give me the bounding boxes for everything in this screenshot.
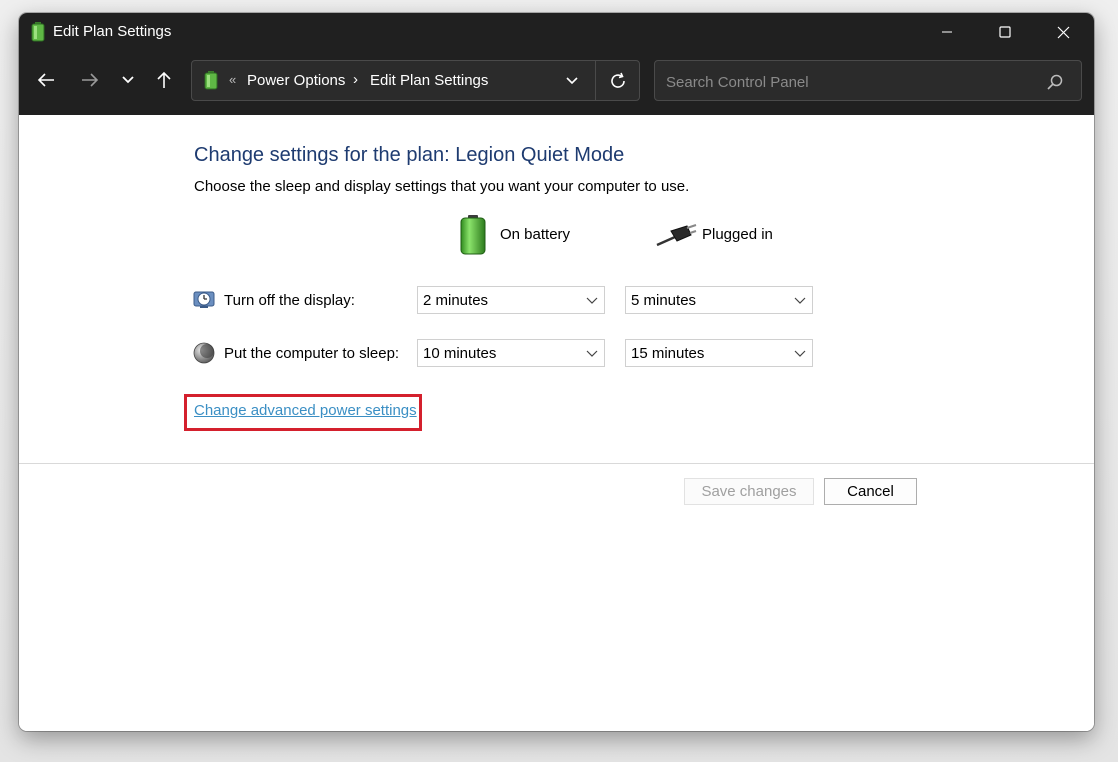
page-description: Choose the sleep and display settings th… — [194, 178, 690, 195]
navigation-toolbar: « Power Options › Edit Plan Settings — [19, 51, 1094, 115]
battery-plan-icon — [204, 71, 218, 90]
refresh-button[interactable] — [603, 67, 633, 95]
arrow-right-icon — [82, 73, 99, 87]
address-dropdown-button[interactable] — [558, 69, 586, 93]
footer-divider — [19, 463, 1094, 464]
column-on-battery: On battery — [500, 226, 571, 243]
close-icon — [1057, 26, 1069, 38]
main-content: Change settings for the plan: Legion Qui… — [19, 115, 1094, 731]
search-input[interactable] — [664, 70, 1038, 94]
breadcrumb-edit-plan-settings[interactable]: Edit Plan Settings — [370, 72, 488, 89]
chevron-down-icon — [122, 76, 134, 84]
sleep-on-battery-select[interactable]: 10 minutes — [417, 339, 605, 367]
breadcrumb-power-options[interactable]: Power Options — [247, 72, 345, 89]
breadcrumb-separator[interactable]: › — [353, 71, 358, 88]
select-value: 2 minutes — [423, 292, 489, 309]
chevron-down-icon — [586, 297, 598, 304]
chevron-down-icon — [586, 350, 598, 357]
advanced-power-settings-link[interactable]: Change advanced power settings — [194, 402, 417, 419]
back-button[interactable] — [29, 63, 63, 97]
select-value: 15 minutes — [631, 345, 705, 362]
title-bar[interactable]: Edit Plan Settings — [19, 13, 1094, 51]
sleep-plugged-in-select[interactable]: 15 minutes — [625, 339, 813, 367]
minimize-button[interactable] — [924, 13, 970, 51]
minimize-icon — [942, 31, 952, 33]
maximize-button[interactable] — [982, 13, 1028, 51]
select-value: 5 minutes — [631, 292, 697, 309]
arrow-left-icon — [37, 73, 54, 87]
search-box[interactable] — [654, 60, 1082, 101]
arrow-up-icon — [157, 71, 171, 88]
forward-button[interactable] — [73, 63, 107, 97]
edit-plan-settings-window: Edit Plan Settings « Power Options › Edi… — [19, 13, 1094, 731]
sleep-row-label: Put the computer to sleep: — [224, 345, 400, 362]
select-value: 10 minutes — [423, 345, 497, 362]
save-changes-button[interactable]: Save changes — [684, 478, 814, 505]
chevron-down-icon — [794, 297, 806, 304]
close-button[interactable] — [1040, 13, 1086, 51]
refresh-icon — [611, 72, 625, 88]
chevron-down-icon — [566, 77, 578, 85]
window-title: Edit Plan Settings — [53, 23, 172, 40]
recent-locations-button[interactable] — [111, 63, 145, 97]
up-button[interactable] — [147, 63, 181, 97]
cancel-button[interactable]: Cancel — [824, 478, 917, 505]
page-title: Change settings for the plan: Legion Qui… — [194, 144, 625, 166]
display-row-label: Turn off the display: — [224, 292, 355, 309]
breadcrumb-overflow[interactable]: « — [229, 72, 236, 87]
address-separator — [595, 61, 596, 100]
maximize-icon — [999, 26, 1011, 38]
display-on-battery-select[interactable]: 2 minutes — [417, 286, 605, 314]
chevron-down-icon — [794, 350, 806, 357]
power-plug-icon — [656, 224, 697, 247]
display-plugged-in-select[interactable]: 5 minutes — [625, 286, 813, 314]
battery-icon — [460, 215, 486, 255]
column-plugged-in: Plugged in — [702, 226, 773, 243]
search-icon[interactable] — [1046, 73, 1064, 91]
address-bar[interactable]: « Power Options › Edit Plan Settings — [191, 60, 640, 101]
display-timer-icon — [193, 291, 215, 308]
battery-plan-icon — [31, 22, 45, 42]
sleep-moon-icon — [193, 342, 215, 364]
